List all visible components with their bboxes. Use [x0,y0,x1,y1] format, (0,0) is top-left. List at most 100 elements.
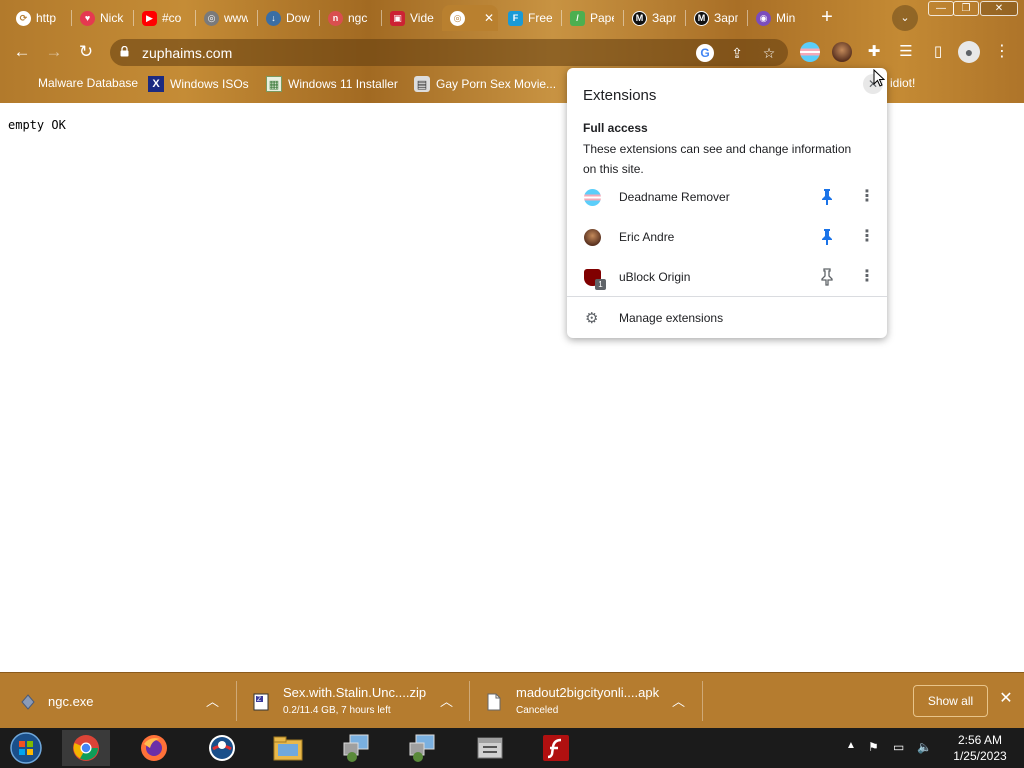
chevron-up-icon[interactable]: ︿ [206,691,219,710]
restore-button[interactable]: ❐ [953,1,979,16]
google-icon[interactable]: G [696,44,714,62]
bookmark-malware-database[interactable]: Malware Database [38,76,138,90]
start-button[interactable] [2,730,50,766]
archive-icon [477,737,503,759]
unpinned-icon[interactable] [819,268,835,286]
folder-icon [273,736,303,761]
deadname-remover-icon [584,189,601,206]
deadname-remover-icon[interactable] [800,42,820,62]
tab-search-button[interactable]: ⌄ [892,5,918,31]
network-pc-icon [409,734,435,762]
extension-row-deadname-remover[interactable]: Deadname Remover ⋮ [567,177,887,217]
taskbar-firefox[interactable] [130,730,178,766]
windows-orb-icon [10,732,42,764]
tab-strip: ⟳ http ♥ Nick ▶ #co ◎ www ↓ Dow n ngc ▣ … [0,0,1024,34]
extensions-puzzle-icon[interactable]: ✚ [862,40,886,64]
forward-button[interactable]: → [42,40,66,64]
chevron-up-icon[interactable]: ︿ [672,691,685,710]
side-panel-icon[interactable]: ▯ [926,40,950,64]
tab-title: Pape [590,11,614,25]
bookmark-windows-isos[interactable]: X Windows ISOs [148,76,249,92]
bookmark-gay-porn-sex-movie[interactable]: ▤ Gay Porn Sex Movie... [414,76,556,92]
tab-title: ngc [348,11,368,25]
close-shelf-icon[interactable]: ✕ [996,689,1016,709]
tab-10[interactable]: / Pape [562,5,622,31]
tab-6[interactable]: n ngc [320,5,380,31]
m-icon: M [632,10,647,26]
share-icon[interactable]: ⇪ [728,44,746,62]
chevron-up-icon[interactable]: ︿ [440,691,453,710]
download-item-apk[interactable]: madout2bigcityonli....apk Canceled ︿ [470,673,702,729]
tab-3[interactable]: ▶ #co [134,5,194,31]
svg-text:Z: Z [257,696,261,703]
bookmark-label: idiot! [890,76,916,90]
new-tab-button[interactable]: + [815,6,839,30]
address-bar[interactable]: zuphaims.com G ⇪ ☆ [110,39,788,66]
m-icon: M [694,10,709,26]
back-button[interactable]: ← [10,40,34,64]
more-options-icon[interactable]: ⋮ [859,227,875,247]
chrome-icon [73,735,99,761]
more-options-icon[interactable]: ⋮ [859,267,875,287]
tab-active[interactable]: ◎ ✕ [442,5,498,31]
download-site-icon: ↓ [266,10,281,26]
pin-icon[interactable] [819,228,835,246]
eric-andre-icon[interactable] [832,42,852,62]
taskbar-file-explorer[interactable] [264,730,312,766]
minimize-button[interactable]: — [928,1,954,16]
taskbar-flash[interactable] [532,730,580,766]
eye-icon: ◉ [756,10,771,26]
tab-7[interactable]: ▣ Vide [382,5,442,31]
ie-outlook-icon [209,735,235,761]
bookmark-idiot[interactable]: idiot! [890,76,915,90]
tab-9[interactable]: F Free [500,5,560,31]
download-filename: madout2bigcityonli....apk [516,685,660,700]
taskbar-outlook[interactable] [198,730,246,766]
show-all-button[interactable]: Show all [913,685,988,717]
tab-13[interactable]: ◉ Min [748,5,808,31]
volume-icon[interactable]: 🔈 [917,740,932,754]
tab-1[interactable]: ⟳ http [8,5,68,31]
reading-list-icon[interactable]: ☰ [894,40,918,64]
page-text: empty OK [8,118,66,132]
tv-icon: ▣ [390,10,405,26]
tab-12[interactable]: M Зарп [686,5,746,31]
bookmark-windows-11-installer[interactable]: ▦ Windows 11 Installer [266,76,398,92]
system-clock[interactable]: 2:56 AM 1/25/2023 [940,732,1020,764]
taskbar-network-2[interactable] [398,730,446,766]
tab-11[interactable]: M Зарп [624,5,684,31]
pin-icon[interactable] [819,188,835,206]
tray-expand-icon[interactable]: ▲ [846,740,856,751]
chat-icon: F [508,10,523,26]
network-icon[interactable]: ▭ [893,740,904,754]
badge-count: 1 [595,279,606,290]
extension-row-eric-andre[interactable]: Eric Andre ⋮ [567,217,887,257]
tab-2[interactable]: ♥ Nick [72,5,132,31]
manage-extensions-button[interactable]: ⚙ Manage extensions [567,306,887,330]
close-window-button[interactable]: ✕ [980,1,1018,16]
tab-4[interactable]: ◎ www [196,5,256,31]
taskbar: ▲ ⚑ ▭ 🔈 2:56 AM 1/25/2023 [0,728,1024,768]
extension-row-ublock-origin[interactable]: 1 uBlock Origin ⋮ [567,257,887,297]
profile-avatar-icon[interactable]: ● [958,41,980,63]
reload-button[interactable]: ↻ [74,40,98,64]
bookmark-star-icon[interactable]: ☆ [760,44,778,62]
taskbar-chrome[interactable] [62,730,110,766]
action-center-flag-icon[interactable]: ⚑ [868,740,879,754]
more-options-icon[interactable]: ⋮ [859,187,875,207]
tab-5[interactable]: ↓ Dow [258,5,318,31]
toolbar: ← → ↻ zuphaims.com G ⇪ ☆ ✚ ☰ ▯ ● ⋮ [0,36,1024,68]
tab-title: Зарп [652,11,676,25]
download-item-ngc-exe[interactable]: ngc.exe ︿ [0,673,236,729]
x-box-icon: X [148,76,164,92]
file-icon [487,693,501,711]
download-item-zip[interactable]: Z Sex.with.Stalin.Unc....zip 0.2/11.4 GB… [237,673,469,729]
bookmark-label: Malware Database [38,76,139,90]
taskbar-network-1[interactable] [332,730,380,766]
taskbar-archive[interactable] [466,730,514,766]
close-tab-icon[interactable]: ✕ [484,11,494,25]
globe-icon: ◎ [450,10,465,26]
chrome-menu-icon[interactable]: ⋮ [990,40,1014,64]
network-pc-icon [343,734,369,762]
folder-icon: ▤ [414,76,430,92]
